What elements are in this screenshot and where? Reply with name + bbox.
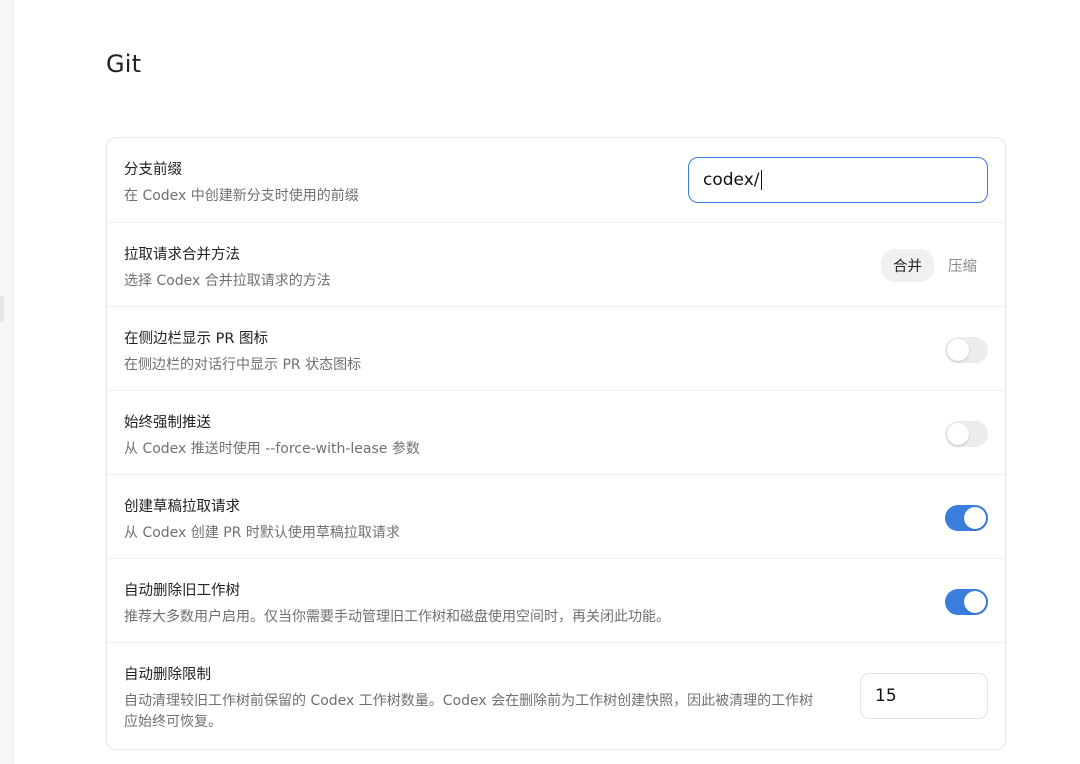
- setting-row-merge-method: 拉取请求合并方法 选择 Codex 合并拉取请求的方法 合并 压缩: [107, 222, 1005, 306]
- sidebar-pr-icon-toggle[interactable]: [945, 337, 988, 363]
- git-settings-card: 分支前缀 在 Codex 中创建新分支时使用的前缀 codex/ 拉取请求合并方…: [106, 137, 1006, 750]
- auto-delete-worktrees-toggle[interactable]: [945, 589, 988, 615]
- setting-description: 在侧边栏的对话行中显示 PR 状态图标: [124, 357, 362, 373]
- page-title: Git: [106, 50, 142, 78]
- auto-delete-limit-input[interactable]: 15: [860, 673, 988, 719]
- setting-label: 始终强制推送: [124, 415, 211, 431]
- setting-row-force-push: 始终强制推送 从 Codex 推送时使用 --force-with-lease …: [107, 390, 1005, 474]
- setting-description: 推荐大多数用户启用。仅当你需要手动管理旧工作树和磁盘使用空间时，再关闭此功能。: [124, 609, 670, 625]
- setting-label: 在侧边栏显示 PR 图标: [124, 331, 269, 347]
- branch-prefix-value: codex/: [703, 170, 760, 190]
- setting-description: 从 Codex 创建 PR 时默认使用草稿拉取请求: [124, 525, 400, 541]
- text-caret: [760, 170, 762, 190]
- force-push-toggle[interactable]: [945, 421, 988, 447]
- setting-label: 拉取请求合并方法: [124, 247, 240, 263]
- toggle-knob: [964, 591, 986, 613]
- setting-row-sidebar-pr-icon: 在侧边栏显示 PR 图标 在侧边栏的对话行中显示 PR 状态图标: [107, 306, 1005, 390]
- branch-prefix-input[interactable]: codex/: [688, 157, 988, 203]
- setting-row-auto-delete-limit: 自动删除限制 自动清理较旧工作树前保留的 Codex 工作树数量。Codex 会…: [107, 642, 1005, 749]
- setting-label: 自动删除限制: [124, 667, 211, 683]
- setting-row-branch-prefix: 分支前缀 在 Codex 中创建新分支时使用的前缀 codex/: [107, 138, 1005, 222]
- setting-description: 选择 Codex 合并拉取请求的方法: [124, 273, 331, 289]
- toggle-knob: [947, 423, 969, 445]
- left-sidebar-edge: [0, 0, 14, 764]
- merge-option-merge[interactable]: 合并: [881, 249, 934, 282]
- setting-label: 分支前缀: [124, 162, 182, 178]
- toggle-knob: [947, 339, 969, 361]
- setting-description: 从 Codex 推送时使用 --force-with-lease 参数: [124, 441, 420, 457]
- setting-label: 创建草稿拉取请求: [124, 499, 240, 515]
- setting-row-draft-pr: 创建草稿拉取请求 从 Codex 创建 PR 时默认使用草稿拉取请求: [107, 474, 1005, 558]
- setting-description: 在 Codex 中创建新分支时使用的前缀: [124, 188, 359, 204]
- draft-pr-toggle[interactable]: [945, 505, 988, 531]
- sidebar-collapse-handle[interactable]: [0, 296, 4, 322]
- toggle-knob: [964, 507, 986, 529]
- setting-description: 自动清理较旧工作树前保留的 Codex 工作树数量。Codex 会在删除前为工作…: [124, 693, 814, 730]
- setting-row-auto-delete-worktrees: 自动删除旧工作树 推荐大多数用户启用。仅当你需要手动管理旧工作树和磁盘使用空间时…: [107, 558, 1005, 642]
- merge-method-segmented-control: 合并 压缩: [881, 249, 989, 282]
- setting-label: 自动删除旧工作树: [124, 583, 240, 599]
- merge-option-squash[interactable]: 压缩: [936, 249, 989, 282]
